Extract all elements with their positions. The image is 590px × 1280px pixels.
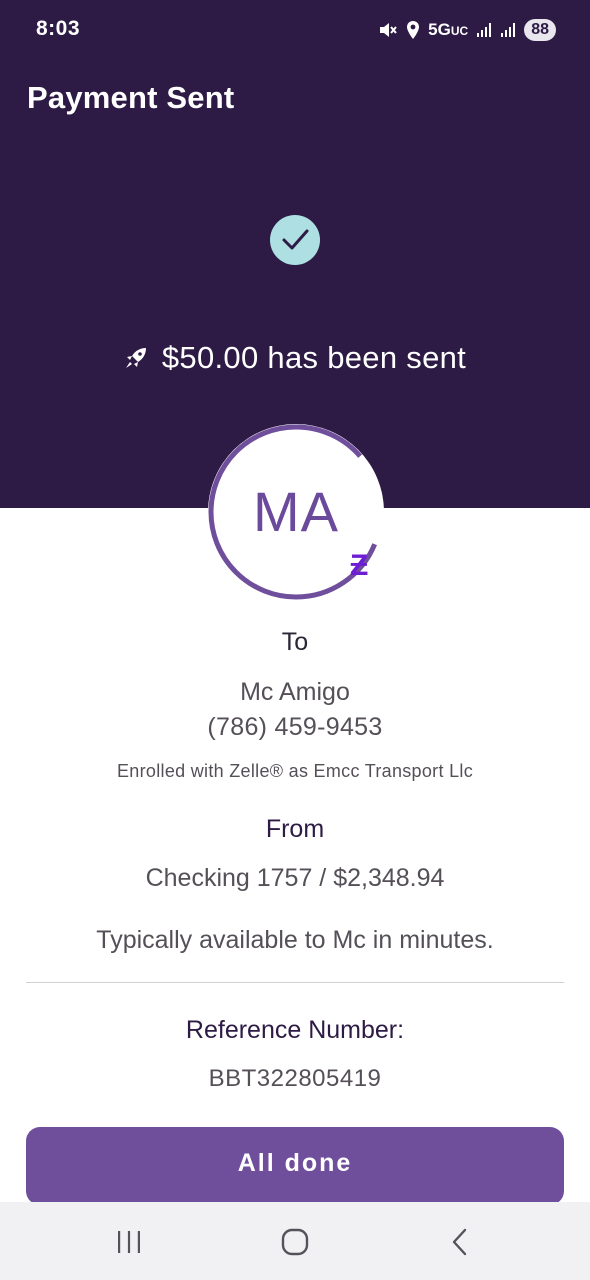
page-title: Payment Sent — [27, 80, 235, 115]
back-icon — [452, 1228, 467, 1256]
mute-vibrate-icon — [378, 20, 398, 40]
all-done-button[interactable]: All done — [26, 1127, 564, 1205]
rocket-icon — [125, 348, 146, 368]
recipient-avatar: MA Ƶ — [206, 422, 386, 602]
sent-message: $50.00 has been sent — [161, 340, 467, 375]
system-nav-bar — [0, 1202, 590, 1280]
from-account: Checking 1757 / $2,348.94 — [145, 864, 445, 892]
payment-sent-screen: 8:03 5GUC 88 Payment Sent $50.00 has bee… — [0, 0, 590, 1280]
check-icon — [282, 229, 309, 250]
status-bar: 8:03 5GUC 88 — [0, 0, 590, 60]
network-label: 5G — [428, 20, 451, 39]
status-time: 8:03 — [36, 17, 81, 40]
recent-apps-icon — [118, 1231, 140, 1253]
reference-number: BBT322805419 — [208, 1065, 382, 1092]
availability-note: Typically available to Mc in minutes. — [96, 926, 494, 954]
recipient-phone: (786) 459-9453 — [207, 713, 383, 741]
from-label: From — [265, 815, 325, 843]
divider — [26, 982, 564, 983]
status-icons: 5GUC 88 — [378, 16, 556, 44]
home-icon — [281, 1228, 309, 1256]
zelle-badge-icon: Ƶ — [350, 549, 369, 582]
signal-icon — [500, 22, 516, 38]
sent-confirmation: $50.00 has been sent — [0, 340, 590, 376]
reference-label: Reference Number: — [185, 1016, 405, 1044]
network-indicator: 5GUC — [428, 20, 468, 40]
zelle-enrollment-note: Enrolled with Zelle® as Emcc Transport L… — [117, 761, 473, 781]
success-check-badge — [270, 215, 320, 265]
battery-icon: 88 — [524, 19, 556, 41]
recipient-name: Mc Amigo — [240, 678, 350, 706]
location-icon — [406, 20, 420, 40]
recent-apps-button[interactable] — [109, 1222, 149, 1262]
signal-icon — [476, 22, 492, 38]
back-button[interactable] — [440, 1222, 480, 1262]
home-button[interactable] — [275, 1222, 315, 1262]
network-suffix: UC — [450, 24, 469, 38]
to-label: To — [281, 628, 309, 656]
